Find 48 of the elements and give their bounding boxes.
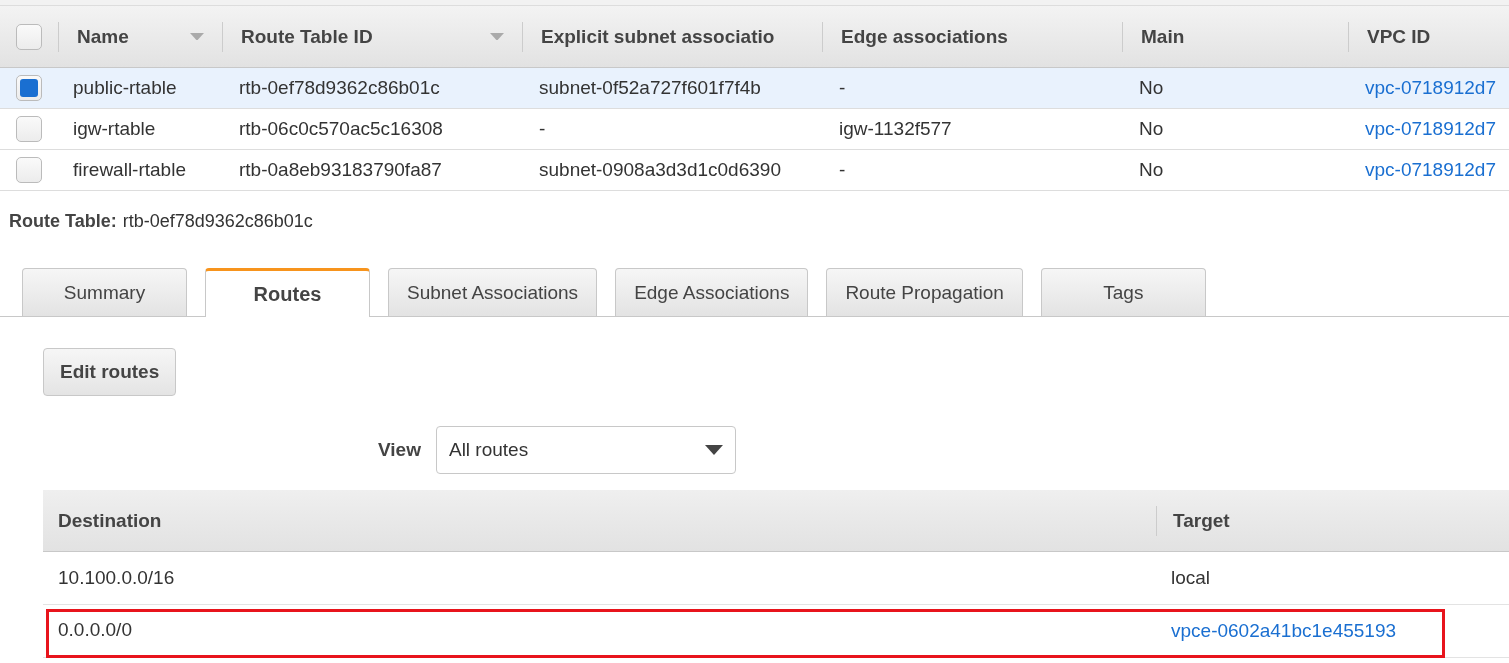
dropdown-caret-icon (704, 445, 723, 455)
table-cell-text: rtb-06c0c570ac5c16308 (238, 118, 444, 140)
table-cell-text: rtb-0ef78d9362c86b01c (238, 77, 441, 99)
view-dropdown[interactable]: All routes (435, 426, 736, 474)
column-header: VPC ID (1348, 21, 1509, 52)
tab[interactable]: Edge Associations (615, 268, 809, 316)
detail-label: Route Table: (9, 211, 117, 231)
row-checkbox[interactable] (16, 75, 42, 101)
column-header: Main (1122, 21, 1348, 52)
table-cell-text: 10.100.0.0/16 (57, 567, 176, 589)
sort-caret-icon (490, 32, 504, 41)
table-cell-text: - (838, 159, 847, 181)
column-header: Edge associations (822, 21, 1122, 52)
column-header: Explicit subnet associatio (522, 21, 822, 52)
detail-value: rtb-0ef78d9362c86b01c (122, 211, 313, 231)
vpc-link[interactable]: vpc-0718912d7 (1348, 118, 1509, 140)
table-cell-text: rtb-0a8eb93183790fa87 (238, 159, 443, 181)
table-cell-text: No (1138, 118, 1165, 140)
table-cell-text: - (838, 77, 847, 99)
table-cell-text: 0.0.0.0/0 (57, 619, 133, 641)
edit-routes-button[interactable]: Edit routes (43, 348, 177, 396)
tab[interactable]: Subnet Associations (388, 268, 598, 316)
table-cell-text: - (538, 118, 547, 140)
tab[interactable]: Route Propagation (826, 268, 1023, 316)
tab[interactable]: Tags (1040, 268, 1206, 316)
target-link[interactable]: vpce-0602a41bc1e455193 (1156, 620, 1509, 642)
vpc-link[interactable]: vpc-0718912d7 (1348, 159, 1509, 181)
table-cell-text: igw-rtable (72, 118, 157, 140)
tab[interactable]: Routes (205, 268, 370, 317)
column-header[interactable]: Name (58, 21, 222, 52)
column-header: Target (1156, 505, 1509, 536)
table-cell-text: public-rtable (72, 77, 178, 99)
view-label: View (378, 439, 421, 461)
table-cell-text: subnet-0908a3d3d1c0d6390 (538, 159, 782, 181)
vpc-link[interactable]: vpc-0718912d7 (1348, 77, 1509, 99)
select-all-checkbox[interactable] (16, 23, 42, 50)
column-header[interactable]: Route Table ID (222, 21, 522, 52)
column-header: Destination (57, 508, 163, 533)
row-checkbox[interactable] (16, 116, 42, 142)
table-cell-text: local (1170, 567, 1212, 589)
tab[interactable]: Summary (22, 268, 187, 316)
sort-caret-icon (190, 32, 204, 41)
table-cell-text: igw-1132f577 (838, 118, 953, 140)
table-cell-text: No (1138, 77, 1165, 99)
table-cell-text: firewall-rtable (72, 159, 187, 181)
table-cell-text: No (1138, 159, 1165, 181)
table-cell-text: subnet-0f52a727f601f7f4b (538, 77, 762, 99)
row-checkbox[interactable] (16, 157, 42, 183)
